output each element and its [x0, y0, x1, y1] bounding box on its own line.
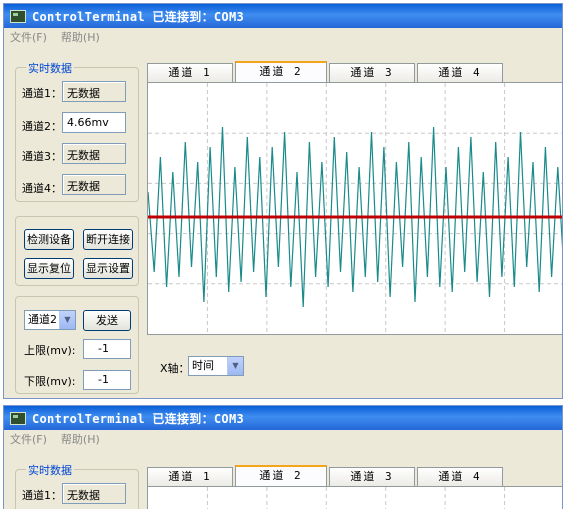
- title-bar: ControlTerminal 已连接到：COM3: [4, 4, 562, 28]
- waveform-chart: [206, 487, 506, 509]
- channel-tabs: 通道 1 通道 2 通道 3 通道 4: [147, 61, 505, 82]
- channel3-label: 通道3：: [22, 150, 62, 163]
- menu-file[interactable]: 文件(F): [10, 431, 47, 447]
- xaxis-select-value: 时间: [192, 359, 214, 372]
- upper-limit-label: 上限(mv):: [24, 344, 76, 357]
- realtime-group-title: 实时数据: [26, 462, 74, 478]
- menu-bar: 文件(F) 帮助(H): [4, 28, 562, 46]
- detect-device-button[interactable]: 检测设备: [24, 229, 74, 250]
- tab-channel-3[interactable]: 通道 3: [329, 467, 415, 486]
- send-button[interactable]: 发送: [83, 310, 131, 331]
- tab-channel-4[interactable]: 通道 4: [417, 63, 503, 82]
- upper-limit-input[interactable]: -1: [83, 339, 131, 359]
- menu-help[interactable]: 帮助(H): [61, 431, 100, 447]
- channel4-value: 无数据: [62, 174, 126, 195]
- channel-select[interactable]: 通道2 ▼: [24, 310, 76, 330]
- reset-display-button[interactable]: 显示复位: [24, 258, 74, 279]
- chevron-down-icon[interactable]: ▼: [59, 311, 75, 329]
- channel2-value: 4.66mv: [62, 112, 126, 133]
- tab-channel-1[interactable]: 通道 1: [147, 467, 233, 486]
- channel1-value: 无数据: [62, 483, 126, 504]
- send-group: 通道2 ▼ 发送 上限(mv): -1 下限(mv): -1: [15, 296, 139, 394]
- channel-tabs: 通道 1 通道 2 通道 3 通道 4: [147, 465, 505, 486]
- realtime-group-title: 实时数据: [26, 60, 74, 76]
- channel3-value: 无数据: [62, 143, 126, 164]
- menu-bar: 文件(F) 帮助(H): [4, 430, 562, 448]
- realtime-data-group: 实时数据 通道1： 无数据 通道2： 4.66mv 通道3： 无数据 通道4： …: [15, 60, 139, 202]
- window-title: ControlTerminal 已连接到：COM3: [32, 411, 244, 426]
- waveform-plot[interactable]: [147, 82, 562, 335]
- xaxis-select[interactable]: 时间 ▼: [188, 356, 244, 376]
- xaxis-label: X轴：: [160, 362, 190, 375]
- channel4-label: 通道4：: [22, 182, 62, 195]
- disconnect-button[interactable]: 断开连接: [83, 229, 133, 250]
- device-button-group: 检测设备 断开连接 显示复位 显示设置: [15, 216, 139, 286]
- channel1-label: 通道1：: [22, 489, 62, 502]
- second-window: ControlTerminal 已连接到：COM3 文件(F) 帮助(H) 实时…: [3, 405, 563, 509]
- menu-help[interactable]: 帮助(H): [61, 29, 100, 45]
- chevron-down-icon[interactable]: ▼: [227, 357, 243, 375]
- tab-channel-3[interactable]: 通道 3: [329, 63, 415, 82]
- lower-limit-input[interactable]: -1: [83, 370, 131, 390]
- waveform-chart: [147, 83, 562, 334]
- main-window: ControlTerminal 已连接到：COM3 文件(F) 帮助(H) 实时…: [3, 3, 563, 399]
- channel2-label: 通道2：: [22, 120, 62, 133]
- menu-file[interactable]: 文件(F): [10, 29, 47, 45]
- channel1-value: 无数据: [62, 81, 126, 102]
- window-title: ControlTerminal 已连接到：COM3: [32, 9, 244, 24]
- display-settings-button[interactable]: 显示设置: [83, 258, 133, 279]
- tab-channel-2[interactable]: 通道 2: [235, 465, 327, 486]
- tab-channel-1[interactable]: 通道 1: [147, 63, 233, 82]
- channel-select-value: 通道2: [28, 313, 57, 326]
- title-bar: ControlTerminal 已连接到：COM3: [4, 406, 562, 430]
- realtime-data-group: 实时数据 通道1： 无数据: [15, 462, 139, 509]
- waveform-plot[interactable]: [147, 486, 562, 509]
- lower-limit-label: 下限(mv):: [24, 375, 76, 388]
- tab-channel-2[interactable]: 通道 2: [235, 61, 327, 82]
- tab-channel-4[interactable]: 通道 4: [417, 467, 503, 486]
- app-icon: [10, 9, 26, 23]
- app-icon: [10, 411, 26, 425]
- channel1-label: 通道1：: [22, 87, 62, 100]
